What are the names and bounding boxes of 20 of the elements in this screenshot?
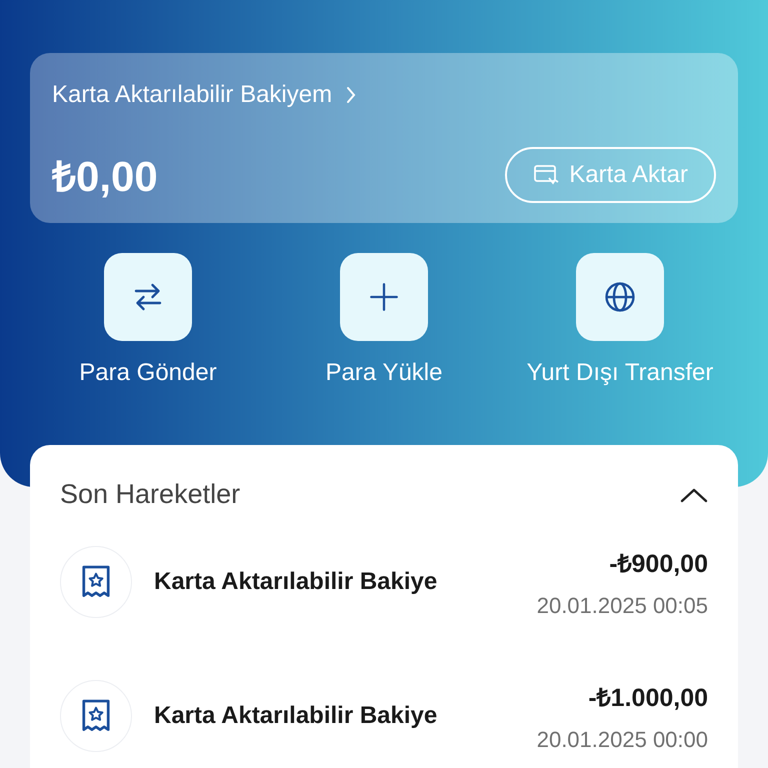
transfer-to-card-button[interactable]: Karta Aktar <box>505 146 716 202</box>
chevron-right-icon <box>346 86 356 104</box>
action-button[interactable]: Yurt Dışı Transfer <box>502 253 738 387</box>
balance-link[interactable]: Karta Aktarılabilir Bakiyem <box>52 81 356 109</box>
transaction-title: Karta Aktarılabilir Bakiye <box>154 702 438 730</box>
balance-amount: ₺0,00 <box>52 152 158 202</box>
transaction-date: 20.01.2025 00:05 <box>536 593 708 619</box>
transaction-amount: -₺900,00 <box>609 549 708 579</box>
action-button[interactable]: Para Yükle <box>266 253 502 387</box>
transaction-amount: -₺1.000,00 <box>588 683 708 713</box>
action-label: Para Gönder <box>79 359 217 387</box>
action-label: Yurt Dışı Transfer <box>526 359 714 387</box>
action-button[interactable]: Para Gönder <box>30 253 266 387</box>
transaction-date: 20.01.2025 00:00 <box>536 727 708 753</box>
transaction-title: Karta Aktarılabilir Bakiye <box>154 568 438 596</box>
chevron-up-icon[interactable] <box>680 486 708 502</box>
card-icon <box>533 162 560 186</box>
plus-icon <box>367 280 401 314</box>
section-title: Son Hareketler <box>60 479 240 510</box>
action-label: Para Yükle <box>326 359 442 387</box>
